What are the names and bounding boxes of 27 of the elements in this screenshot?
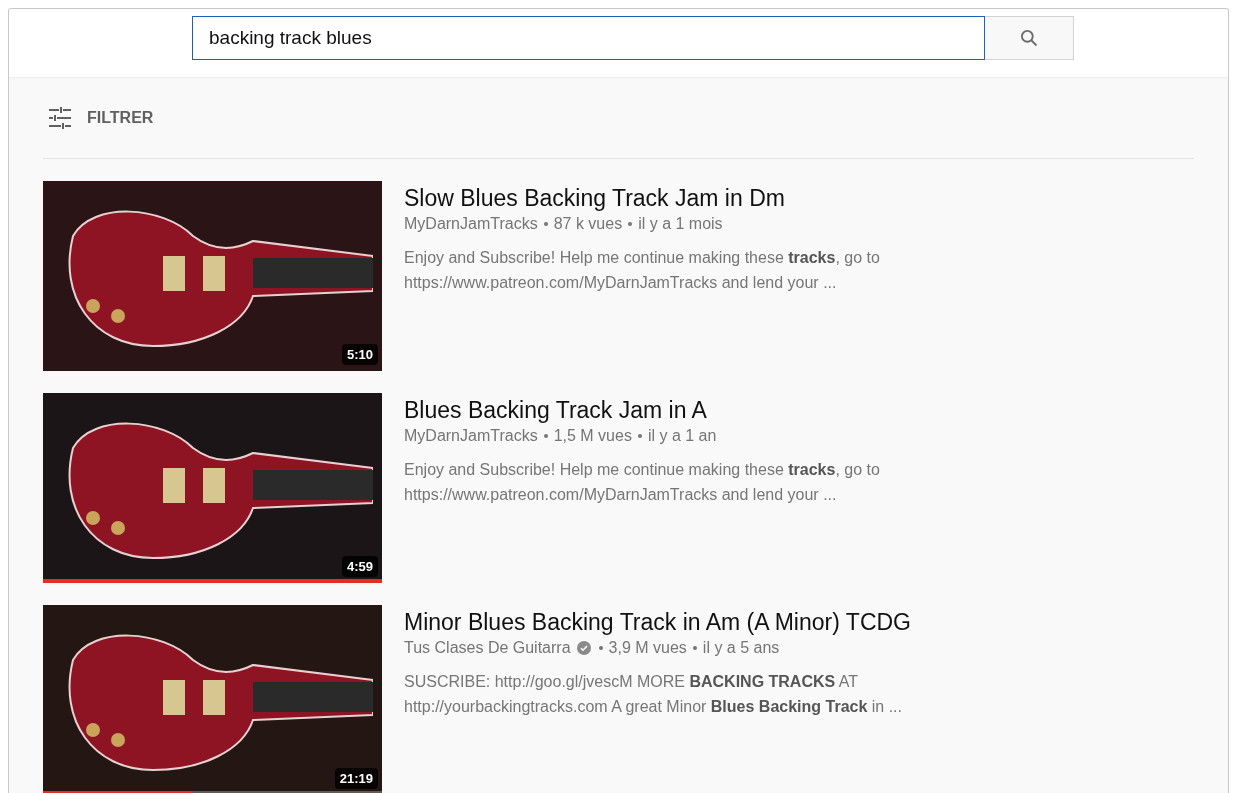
video-thumbnail[interactable]: 4:59 [43, 393, 382, 583]
channel-name[interactable]: MyDarnJamTracks [404, 425, 538, 447]
video-title[interactable]: Blues Backing Track Jam in A [404, 395, 964, 425]
video-thumbnail[interactable]: 5:10 [43, 181, 382, 371]
upload-age: il y a 1 an [647, 426, 717, 446]
view-count: 87 k vues [553, 214, 623, 234]
duration-badge: 21:19 [334, 767, 378, 789]
duration-badge: 4:59 [341, 555, 378, 577]
video-thumbnail[interactable]: 21:19 [43, 605, 382, 793]
channel-name[interactable]: MyDarnJamTracks [404, 213, 538, 235]
search-field[interactable]: backing track blues [192, 16, 985, 60]
filter-button[interactable]: FILTRER [43, 105, 154, 130]
view-count: 3,9 M vues [608, 638, 687, 658]
channel-name[interactable]: Tus Clases De Guitarra [404, 637, 571, 659]
search-button[interactable] [985, 16, 1074, 60]
video-description: Enjoy and Subscribe! Help me continue making these tracks, go to https://www.patreon.com/MyDarnJamTracks and lend your ... [404, 248, 881, 293]
upload-age: il y a 1 mois [638, 214, 723, 234]
video-description: SUSCRIBE: http://goo.gl/jvescM MORE BACKING TRACKS AT http://yourbackingtracks.com A great Minor Blues Backing Track in ... [404, 672, 903, 717]
verified-check-icon [576, 641, 591, 655]
duration-badge: 5:10 [341, 343, 378, 365]
video-description: Enjoy and Subscribe! Help me continue making these tracks, go to https://www.patreon.com/MyDarnJamTracks and lend your ... [404, 460, 881, 505]
video-title[interactable]: Slow Blues Backing Track Jam in Dm [404, 183, 964, 213]
upload-age: il y a 5 ans [702, 638, 780, 658]
video-title[interactable]: Minor Blues Backing Track in Am (A Minor) TCDG [404, 607, 964, 637]
view-count: 1,5 M vues [553, 426, 632, 446]
search-icon [1019, 28, 1039, 48]
filter-icon [47, 105, 73, 130]
